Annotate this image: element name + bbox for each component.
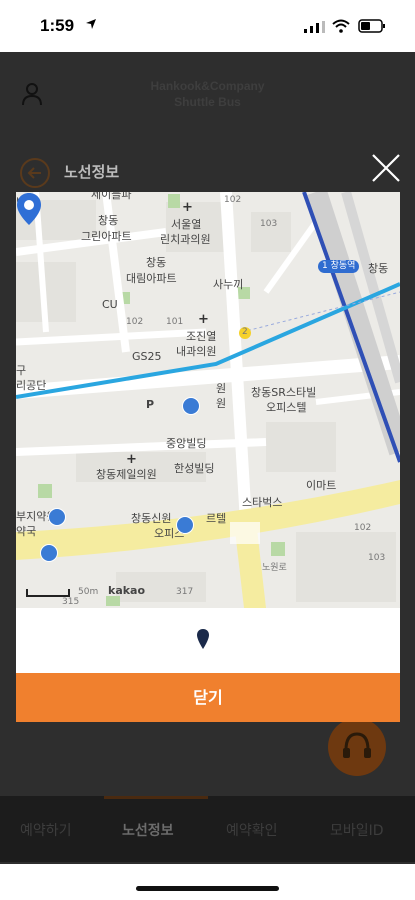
map-label: 조진열 <box>186 330 217 343</box>
map-label: 이마트 <box>306 479 337 492</box>
map-label: 101 <box>166 317 184 327</box>
map-marker-icon <box>197 629 209 649</box>
battery-icon <box>358 19 385 33</box>
map-label: 102 <box>126 317 144 327</box>
map-label: 르텔 <box>206 512 227 525</box>
wifi-icon <box>332 19 350 33</box>
page-title: 노선정보 <box>64 163 120 181</box>
map-graphics <box>16 192 400 608</box>
map-label: 구 <box>16 364 27 377</box>
hospital-icon: + <box>182 200 193 215</box>
map-scale-label: 50m <box>78 587 99 597</box>
tab-reservation-check[interactable]: 예약확인 <box>226 820 278 840</box>
tab-route-info[interactable]: 노선정보 <box>122 820 174 840</box>
brand-line1: Hankook&Company <box>150 79 265 93</box>
bottom-tab-bar: 예약하기 노선정보 예약확인 모바일ID <box>0 796 415 862</box>
map-label: 대림아파트 <box>126 272 177 285</box>
map-label: 103 <box>260 219 278 229</box>
map-label: 원 <box>216 397 227 410</box>
arrow-left-icon <box>27 167 41 179</box>
map-modal: 세이블파 빌딩 창동 그린아파트 + 서울열 린치과의원 102 103 창동 … <box>16 192 400 722</box>
map-label: 2 <box>242 327 248 337</box>
location-info-bar <box>16 608 400 673</box>
map-label: 약국 <box>16 525 37 538</box>
bus-stop-icon[interactable] <box>176 516 194 534</box>
map-label: 창동 <box>98 214 119 227</box>
map-label: 한성빌딩 <box>174 462 215 475</box>
map-label: 오피스텔 <box>266 401 307 414</box>
map-label: 사누끼 <box>213 278 244 291</box>
map-label: 315 <box>62 597 80 607</box>
map-label: 서울열 <box>171 218 202 231</box>
map-label: 원 <box>216 382 227 395</box>
hospital-icon: + <box>198 312 209 327</box>
bus-stop-icon[interactable] <box>40 544 58 562</box>
map-label: 노원로 <box>262 563 287 573</box>
active-tab-indicator <box>104 796 208 799</box>
parking-icon: P <box>146 398 155 411</box>
map-view[interactable]: 세이블파 빌딩 창동 그린아파트 + 서울열 린치과의원 102 103 창동 … <box>16 192 400 608</box>
tab-mobile-id[interactable]: 모바일ID <box>330 820 384 840</box>
help-button[interactable] <box>328 718 386 776</box>
signal-icon <box>304 21 325 33</box>
map-label: 창동신원 <box>131 512 172 525</box>
status-time: 1:59 <box>40 16 75 35</box>
map-label: 창동 <box>368 262 389 275</box>
map-label: 스타벅스 <box>242 496 283 509</box>
map-label: 리공단 <box>16 379 47 392</box>
close-icon[interactable] <box>370 152 402 184</box>
map-label: 중앙빌딩 <box>166 437 207 450</box>
close-button[interactable]: 닫기 <box>16 673 400 722</box>
map-label: GS25 <box>132 350 162 363</box>
hospital-icon: + <box>126 452 137 467</box>
subway-station-badge: 1 창동역 <box>318 260 360 273</box>
map-label: 102 <box>224 195 242 205</box>
bus-stop-icon[interactable] <box>48 508 66 526</box>
headset-icon <box>343 732 371 758</box>
home-indicator <box>136 886 279 891</box>
brand-line2: Shuttle Bus <box>174 95 241 109</box>
map-label: 창동제일의원 <box>96 468 157 481</box>
map-label: 102 <box>354 523 372 533</box>
map-label: 린치과의원 <box>160 233 211 246</box>
kakao-logo: kakao <box>108 584 146 597</box>
location-pin-icon[interactable] <box>16 192 42 226</box>
map-label: 창동SR스타빌 <box>251 386 317 399</box>
tab-reserve[interactable]: 예약하기 <box>20 820 72 840</box>
brand-logo: Hankook&Company Shuttle Bus <box>0 78 415 110</box>
map-label: 내과의원 <box>176 345 217 358</box>
map-label: 창동 <box>146 256 167 269</box>
status-bar: 1:59 <box>0 0 415 52</box>
map-label: 그린아파트 <box>81 230 132 243</box>
map-label: 103 <box>368 553 386 563</box>
map-label: 세이블파 <box>91 192 132 201</box>
map-label: 317 <box>176 587 194 597</box>
bus-stop-icon[interactable] <box>182 397 200 415</box>
map-label: CU <box>102 298 118 311</box>
back-button[interactable] <box>20 158 50 188</box>
location-arrow-icon <box>86 19 96 29</box>
